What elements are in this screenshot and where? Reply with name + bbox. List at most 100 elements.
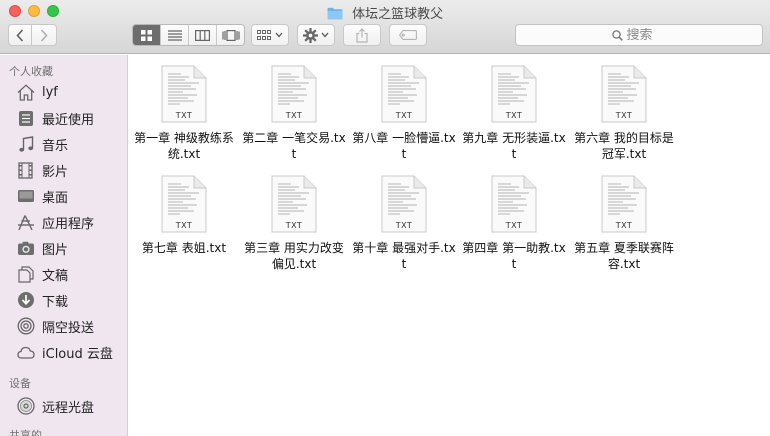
- sidebar-item-home[interactable]: lyf: [16, 81, 126, 103]
- file-name: 第八章 一脸懵逼.txt: [352, 131, 456, 161]
- sidebar-item-label: iCloud 云盘: [42, 346, 113, 362]
- chevron-right-icon: [40, 28, 48, 42]
- file-item[interactable]: TXT 第十章 最强对手.txt: [349, 175, 459, 272]
- folder-icon: [327, 7, 343, 20]
- file-name: 第三章 用实力改变偏见.txt: [244, 241, 344, 271]
- list-view-icon: [167, 29, 182, 41]
- file-type-badge: TXT: [175, 221, 193, 230]
- file-type-badge: TXT: [615, 221, 633, 230]
- text-document-icon: TXT: [601, 65, 647, 123]
- cloud-icon: [16, 343, 35, 362]
- list-view-button[interactable]: [160, 25, 188, 45]
- sidebar-item-music[interactable]: 音乐: [16, 133, 126, 155]
- text-document-icon: TXT: [381, 175, 427, 233]
- music-icon: [16, 135, 35, 154]
- text-document-icon: TXT: [161, 65, 207, 123]
- chevron-left-icon: [16, 28, 24, 42]
- recents-icon: [16, 109, 35, 128]
- gear-icon: [303, 27, 318, 43]
- sidebar-item-movies[interactable]: 影片: [16, 159, 126, 181]
- desktop-icon: [16, 187, 35, 206]
- share-icon: [356, 27, 368, 43]
- documents-icon: [16, 265, 35, 284]
- icon-view-icon: [141, 29, 152, 41]
- sidebar-item-label: 影片: [42, 164, 69, 180]
- file-item[interactable]: TXT 第一章 神级教练系统.txt: [129, 65, 239, 162]
- file-item[interactable]: TXT 第三章 用实力改变偏见.txt: [239, 175, 349, 272]
- file-name: 第五章 夏季联赛阵容.txt: [574, 241, 674, 271]
- tag-icon: [399, 30, 417, 40]
- share-button[interactable]: [343, 24, 381, 46]
- file-name: 第一章 神级教练系统.txt: [134, 131, 234, 161]
- file-type-badge: TXT: [505, 221, 523, 230]
- chevron-down-icon: [321, 32, 329, 38]
- sidebar-item-applications[interactable]: 应用程序: [16, 211, 126, 233]
- downloads-icon: [16, 291, 35, 310]
- sidebar-section-devices: 设备: [9, 377, 31, 390]
- text-document-icon: TXT: [381, 65, 427, 123]
- view-mode-control: [132, 24, 245, 46]
- file-type-badge: TXT: [615, 111, 633, 120]
- file-item[interactable]: TXT 第四章 第一助教.txt: [459, 175, 569, 272]
- sidebar-item-airdrop[interactable]: 隔空投送: [16, 315, 126, 337]
- file-name: 第六章 我的目标是冠军.txt: [574, 131, 674, 161]
- sidebar-item-label: 远程光盘: [42, 400, 95, 416]
- file-type-badge: TXT: [285, 221, 303, 230]
- pictures-icon: [16, 239, 35, 258]
- sidebar-item-documents[interactable]: 文稿: [16, 263, 126, 285]
- icon-view-button[interactable]: [133, 25, 160, 45]
- sidebar: 个人收藏 lyf 最近使用 音乐 影片 桌面 应用程序 图片 文稿 下载 隔空投…: [0, 55, 128, 436]
- sidebar-item-label: lyf: [42, 84, 58, 100]
- file-name: 第九章 无形装逼.txt: [462, 131, 566, 161]
- sidebar-section-favorites: 个人收藏: [9, 65, 53, 78]
- search-field[interactable]: [515, 24, 763, 46]
- column-view-button[interactable]: [188, 25, 216, 45]
- file-name: 第十章 最强对手.txt: [352, 241, 456, 271]
- file-grid: TXT 第一章 神级教练系统.txt TXT 第二章 一笔交易.txt TXT 第八章 一…: [129, 55, 770, 436]
- file-type-badge: TXT: [395, 221, 413, 230]
- sidebar-item-desktop[interactable]: 桌面: [16, 185, 126, 207]
- text-document-icon: TXT: [491, 65, 537, 123]
- text-document-icon: TXT: [271, 175, 317, 233]
- file-item[interactable]: TXT 第六章 我的目标是冠军.txt: [569, 65, 679, 162]
- sidebar-item-downloads[interactable]: 下载: [16, 289, 126, 311]
- sidebar-section-shared: 共享的: [9, 429, 42, 436]
- finder-window: 体坛之篮球教父 搜索 个人收藏 lyf 最近使用 音乐 影片 桌面 应用程序 图…: [0, 0, 770, 436]
- file-type-badge: TXT: [395, 111, 413, 120]
- file-name: 第二章 一笔交易.txt: [242, 131, 346, 161]
- search-input[interactable]: [626, 27, 667, 43]
- sidebar-item-label: 最近使用: [42, 112, 95, 128]
- forward-button[interactable]: [32, 24, 57, 46]
- sidebar-item-label: 图片: [42, 242, 69, 258]
- sidebar-item-remote-disc[interactable]: 远程光盘: [16, 395, 126, 417]
- file-item[interactable]: TXT 第八章 一脸懵逼.txt: [349, 65, 459, 162]
- home-icon: [16, 83, 35, 102]
- arrange-grid-icon: [257, 30, 271, 40]
- arrange-menu-button[interactable]: [251, 24, 289, 46]
- text-document-icon: TXT: [491, 175, 537, 233]
- search-icon: [611, 29, 623, 41]
- sidebar-item-icloud[interactable]: iCloud 云盘: [16, 341, 126, 363]
- back-button[interactable]: [8, 24, 32, 46]
- cover-flow-view-button[interactable]: [216, 25, 244, 45]
- applications-icon: [16, 213, 35, 232]
- text-document-icon: TXT: [161, 175, 207, 233]
- file-item[interactable]: TXT 第九章 无形装逼.txt: [459, 65, 569, 162]
- disc-icon: [16, 397, 35, 416]
- sidebar-item-label: 文稿: [42, 268, 69, 284]
- cover-flow-view-icon: [221, 29, 240, 41]
- text-document-icon: TXT: [271, 65, 317, 123]
- file-item[interactable]: TXT 第二章 一笔交易.txt: [239, 65, 349, 162]
- action-menu-button[interactable]: [297, 24, 335, 46]
- sidebar-item-recents[interactable]: 最近使用: [16, 107, 126, 129]
- column-view-icon: [195, 29, 210, 41]
- file-item[interactable]: TXT 第五章 夏季联赛阵容.txt: [569, 175, 679, 272]
- file-item[interactable]: TXT 第七章 表姐.txt: [129, 175, 239, 256]
- file-type-badge: TXT: [505, 111, 523, 120]
- chevron-down-icon: [275, 32, 283, 38]
- tag-button[interactable]: [389, 24, 427, 46]
- sidebar-item-pictures[interactable]: 图片: [16, 237, 126, 259]
- file-type-badge: TXT: [175, 111, 193, 120]
- toolbar: 体坛之篮球教父: [0, 0, 770, 54]
- file-name: 第四章 第一助教.txt: [462, 241, 566, 271]
